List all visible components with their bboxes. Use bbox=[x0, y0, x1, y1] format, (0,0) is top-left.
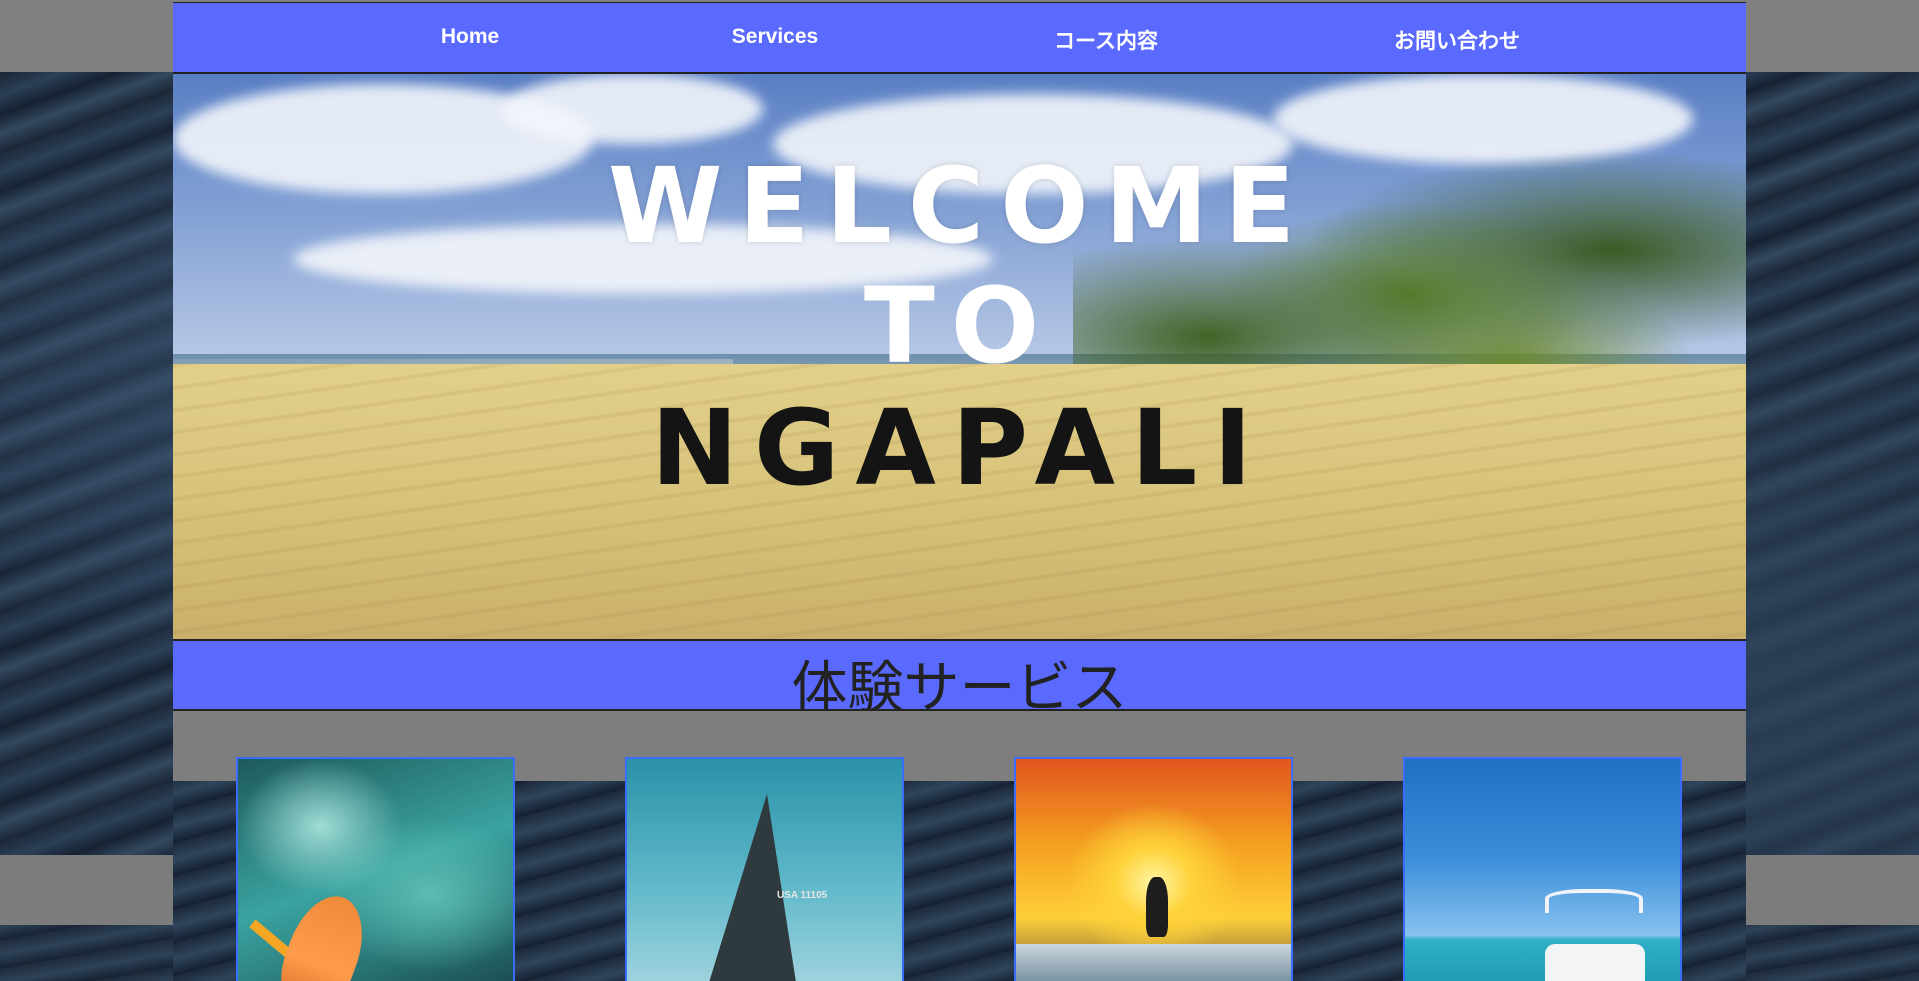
motorboat-image bbox=[1545, 944, 1645, 981]
services-section: USA 11105 bbox=[173, 711, 1746, 981]
service-card-kayak[interactable] bbox=[236, 757, 515, 981]
page-container: Home Services コース内容 お問い合わせ WELCOME TO NG… bbox=[173, 0, 1746, 981]
hero-banner: WELCOME TO NGAPALI bbox=[173, 74, 1746, 641]
nav-link-contact[interactable]: お問い合わせ bbox=[1394, 25, 1520, 55]
nav-link-course[interactable]: コース内容 bbox=[1054, 25, 1158, 55]
hero-title-ngapali: NGAPALI bbox=[650, 387, 1269, 509]
services-header: 体験サービス bbox=[173, 641, 1746, 721]
service-card-surfing[interactable] bbox=[1014, 757, 1293, 981]
nav-link-home[interactable]: Home bbox=[441, 25, 499, 49]
hero-title-welcome: WELCOME bbox=[607, 145, 1312, 267]
service-card-sailing[interactable]: USA 11105 bbox=[625, 757, 904, 981]
main-navbar: Home Services コース内容 お問い合わせ bbox=[173, 2, 1746, 74]
surfer-image bbox=[1146, 877, 1168, 937]
nav-link-services[interactable]: Services bbox=[732, 25, 818, 49]
kayak-image bbox=[269, 885, 377, 981]
service-card-boat[interactable] bbox=[1403, 757, 1682, 981]
hero-title-to: TO bbox=[863, 265, 1056, 387]
sail-number: USA 11105 bbox=[777, 890, 828, 901]
sailboat-image bbox=[707, 794, 797, 981]
